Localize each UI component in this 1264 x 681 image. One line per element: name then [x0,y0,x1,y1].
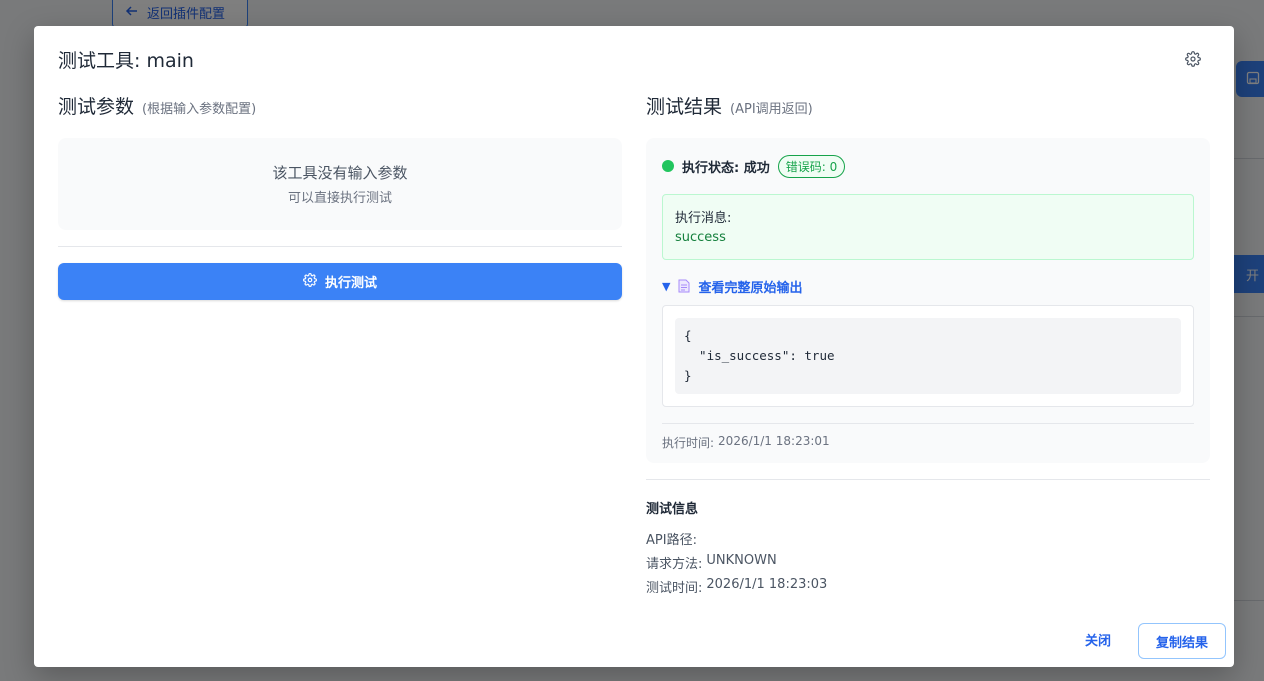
raw-output-toggle-label: 查看完整原始输出 [698,280,803,296]
status-text: 执行状态: 成功 [682,160,770,176]
result-card: 执行状态: 成功 错误码: 0 执行消息: success ▼ 查看完整原始输出… [646,138,1210,463]
test-results-section: 测试结果 (API调用返回) 执行状态: 成功 错误码: 0 执行消息: suc… [646,92,1210,596]
test-params-subtitle: (根据输入参数配置) [142,102,257,117]
gear-icon [303,272,317,291]
status-dot-icon [662,160,674,172]
divider [58,246,622,247]
test-params-title: 测试参数 [58,96,135,118]
api-path-line: API路径: [646,529,1210,548]
test-params-header: 测试参数 (根据输入参数配置) [58,92,622,120]
message-label: 执行消息: [675,211,732,226]
error-code-badge: 错误码: 0 [777,154,846,178]
test-time-line: 测试时间: 2026/1/1 18:23:03 [646,577,1210,596]
test-time-value: 2026/1/1 18:23:03 [706,577,828,592]
test-time-label: 测试时间: [646,581,703,596]
execution-time-value: 2026/1/1 18:23:01 [718,434,830,448]
raw-output-panel: { "is_success": true } [662,305,1194,407]
test-params-section: 测试参数 (根据输入参数配置) 该工具没有输入参数 可以直接执行测试 执行测试 [58,92,622,300]
no-params-hint: 可以直接执行测试 [287,191,392,206]
execution-time-label: 执行时间: [662,436,715,450]
test-info-section: 测试信息 API路径: 请求方法: UNKNOWN 测试时间: 2026/1/1… [646,479,1210,596]
run-test-label: 执行测试 [324,276,377,291]
test-results-title: 测试结果 [646,96,723,118]
triangle-down-icon: ▼ [662,279,671,293]
execution-time: 执行时间: 2026/1/1 18:23:01 [662,423,1194,451]
test-info-title: 测试信息 [646,502,699,517]
test-results-header: 测试结果 (API调用返回) [646,92,1210,120]
status-row: 执行状态: 成功 错误码: 0 [662,154,1194,178]
request-method-label: 请求方法: [646,557,703,572]
test-tool-modal: 测试工具: main 测试参数 (根据输入参数配置) 该工具没有输入参数 可以直… [34,26,1234,667]
no-params-placeholder: 该工具没有输入参数 可以直接执行测试 [58,138,622,230]
message-value: success [675,230,726,245]
modal-title: 测试工具: main [58,50,194,72]
raw-output-toggle[interactable]: ▼ 查看完整原始输出 [662,277,1194,296]
raw-output-code: { "is_success": true } [675,318,1181,394]
request-method-line: 请求方法: UNKNOWN [646,553,1210,572]
api-path-label: API路径: [646,533,697,548]
no-params-text: 该工具没有输入参数 [272,164,408,182]
copy-result-button[interactable]: 复制结果 [1138,623,1226,659]
run-test-button[interactable]: 执行测试 [58,263,622,300]
message-box: 执行消息: success [662,194,1194,260]
gear-icon[interactable] [1184,50,1202,68]
test-results-subtitle: (API调用返回) [730,102,813,117]
document-icon [678,279,690,293]
request-method-value: UNKNOWN [706,553,777,568]
close-button[interactable]: 关闭 [1074,624,1122,654]
